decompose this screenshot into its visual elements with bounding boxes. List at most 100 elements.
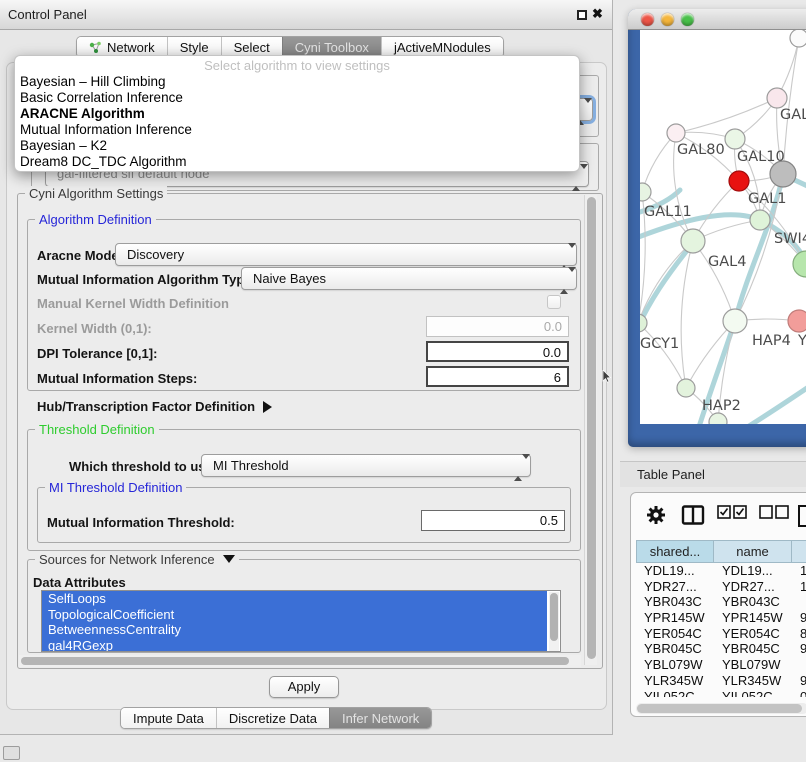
tab-label: Select xyxy=(234,40,270,55)
sources-toggle[interactable]: Sources for Network Inference xyxy=(35,552,239,567)
table-row[interactable]: YDL19...YDL19...13 xyxy=(636,563,806,579)
tab-jactivemnodules[interactable]: jActiveMNodules xyxy=(381,37,503,57)
network-edge[interactable] xyxy=(693,241,735,321)
tab-infer-network[interactable]: Infer Network xyxy=(329,708,431,728)
apply-button[interactable]: Apply xyxy=(269,676,339,698)
window-title: Control Panel xyxy=(8,0,87,30)
network-edge[interactable] xyxy=(642,133,676,192)
node-label-gal11: GAL11 xyxy=(644,204,692,220)
node-top-cut[interactable] xyxy=(790,30,806,47)
which-threshold-combo[interactable]: MI Threshold xyxy=(201,454,531,477)
manual-kernel-checkbox[interactable] xyxy=(547,295,561,309)
dpi-tolerance-field[interactable]: 0.0 xyxy=(426,341,569,362)
close-traffic-light-icon[interactable] xyxy=(641,13,654,26)
attribute-item-topologicalcoefficient[interactable]: TopologicalCoefficient xyxy=(42,607,547,623)
dropdown-item-basic-correlation-inference[interactable]: Basic Correlation Inference xyxy=(15,90,579,106)
mi-algorithm-type-combo[interactable]: Naive Bayes xyxy=(241,267,577,290)
network-thick-edge[interactable] xyxy=(736,382,806,424)
settings-horizontal-scrollbar[interactable] xyxy=(19,655,581,667)
column-header-shared...[interactable]: shared... xyxy=(636,540,714,563)
node-hap4[interactable] xyxy=(723,309,747,333)
node-swi4[interactable] xyxy=(750,210,770,230)
which-threshold-label: Which threshold to use: xyxy=(69,459,217,474)
select-all-icon[interactable] xyxy=(717,504,747,525)
expand-arrow-icon xyxy=(223,555,235,563)
table-row[interactable]: YLR345WYLR345W9. xyxy=(636,673,806,689)
table-row[interactable]: YBL079WYBL079W xyxy=(636,657,806,673)
minimize-traffic-light-icon[interactable] xyxy=(661,13,674,26)
tab-network[interactable]: Network xyxy=(77,37,167,57)
dropdown-item-dream8-dc-tdc-algorithm[interactable]: Dream8 DC_TDC Algorithm xyxy=(15,154,579,170)
network-canvas[interactable]: GALGAL80GAL10GAL1GAL11SWI4GAL4GCY1HAP4YH… xyxy=(640,30,806,424)
gear-icon[interactable] xyxy=(645,504,667,531)
tab-select[interactable]: Select xyxy=(221,37,282,57)
zoom-traffic-light-icon[interactable] xyxy=(681,13,694,26)
column-header-name[interactable]: name xyxy=(714,540,792,563)
dropdown-placeholder: Select algorithm to view settings xyxy=(15,58,579,74)
network-edge[interactable] xyxy=(783,38,799,174)
deselect-all-icon[interactable] xyxy=(759,504,789,525)
tab-label: Discretize Data xyxy=(229,711,317,726)
node-pink-right[interactable] xyxy=(788,310,806,332)
node-gal1[interactable] xyxy=(729,171,749,191)
attribute-item-gal4rgexp[interactable]: gal4RGexp xyxy=(42,638,547,653)
node-gcy1[interactable] xyxy=(640,314,647,332)
node-bottom-cut[interactable] xyxy=(709,413,727,424)
table-cell: YIL052C xyxy=(714,689,792,698)
table-cell: YPR145W xyxy=(636,610,714,626)
node-gal4[interactable] xyxy=(681,229,705,253)
network-view-window: GALGAL80GAL10GAL1GAL11SWI4GAL4GCY1HAP4YH… xyxy=(628,9,806,447)
node-gray-node[interactable] xyxy=(770,161,796,187)
node-gal11[interactable] xyxy=(640,183,651,201)
page-icon[interactable] xyxy=(797,504,806,533)
table-row[interactable]: YIL052CYIL052C0. xyxy=(636,689,806,698)
table-cell: YER054C xyxy=(714,626,792,642)
node-right-green[interactable] xyxy=(793,251,806,277)
tab-label: jActiveMNodules xyxy=(394,40,491,55)
table-row[interactable]: YBR045CYBR045C9. xyxy=(636,641,806,657)
tab-discretize-data[interactable]: Discretize Data xyxy=(216,708,329,728)
dropdown-item-aracne-algorithm[interactable]: ARACNE Algorithm xyxy=(15,106,579,122)
tab-cyni-toolbox[interactable]: Cyni Toolbox xyxy=(282,37,381,57)
table-cell: 0. xyxy=(792,689,806,698)
node-gal-cut[interactable] xyxy=(767,88,787,108)
network-edge[interactable] xyxy=(640,323,686,388)
table-row[interactable]: YER054CYER054C8. xyxy=(636,626,806,642)
aracne-mode-combo[interactable]: Discovery xyxy=(115,243,577,266)
network-thick-edge[interactable] xyxy=(640,243,693,336)
table-row[interactable]: YPR145WYPR145W9. xyxy=(636,610,806,626)
columns-icon[interactable] xyxy=(681,504,705,531)
settings-vertical-scrollbar[interactable] xyxy=(584,195,597,665)
attribute-item-betweennesscentrality[interactable]: BetweennessCentrality xyxy=(42,622,547,638)
dropdown-item-bayesian-hill-climbing[interactable]: Bayesian – Hill Climbing xyxy=(15,74,579,90)
network-edge[interactable] xyxy=(676,98,777,133)
table-cell: YDR27... xyxy=(714,579,792,595)
float-window-icon[interactable] xyxy=(577,10,587,20)
close-window-icon[interactable]: ✖ xyxy=(592,6,603,22)
combo-stepper-icon xyxy=(514,459,523,477)
attribute-item-selfloops[interactable]: SelfLoops xyxy=(42,591,547,607)
node-hap2[interactable] xyxy=(677,379,695,397)
network-edge[interactable] xyxy=(681,241,693,388)
collapsed-panel-chip[interactable] xyxy=(3,746,20,760)
attributes-list-scrollbar[interactable] xyxy=(549,592,559,651)
tab-label: Network xyxy=(107,40,155,55)
table-horizontal-scrollbar[interactable] xyxy=(636,703,806,714)
table-row[interactable]: YDR27...YDR27...12 xyxy=(636,579,806,595)
aracne-mode-label: Aracne Mode: xyxy=(37,248,123,263)
kernel-width-field[interactable]: 0.0 xyxy=(426,316,569,337)
dropdown-item-mutual-information-inference[interactable]: Mutual Information Inference xyxy=(15,122,579,138)
table-row[interactable]: YBR043CYBR043C xyxy=(636,594,806,610)
node-gal10[interactable] xyxy=(725,129,745,149)
column-header-cut[interactable] xyxy=(792,540,806,563)
node-gal80[interactable] xyxy=(667,124,685,142)
mi-steps-field[interactable]: 6 xyxy=(426,366,569,387)
tab-impute-data[interactable]: Impute Data xyxy=(121,708,216,728)
node-label-gal-cut: GAL xyxy=(780,107,806,123)
hub-section-toggle[interactable]: Hub/Transcription Factor Definition xyxy=(37,399,272,414)
node-label-swi4: SWI4 xyxy=(774,231,806,247)
tab-style[interactable]: Style xyxy=(167,37,221,57)
dropdown-item-bayesian-k2[interactable]: Bayesian – K2 xyxy=(15,138,579,154)
node-table-card: shared...name YDL19...YDL19...13YDR27...… xyxy=(630,492,806,717)
mi-threshold-field[interactable]: 0.5 xyxy=(421,510,565,531)
